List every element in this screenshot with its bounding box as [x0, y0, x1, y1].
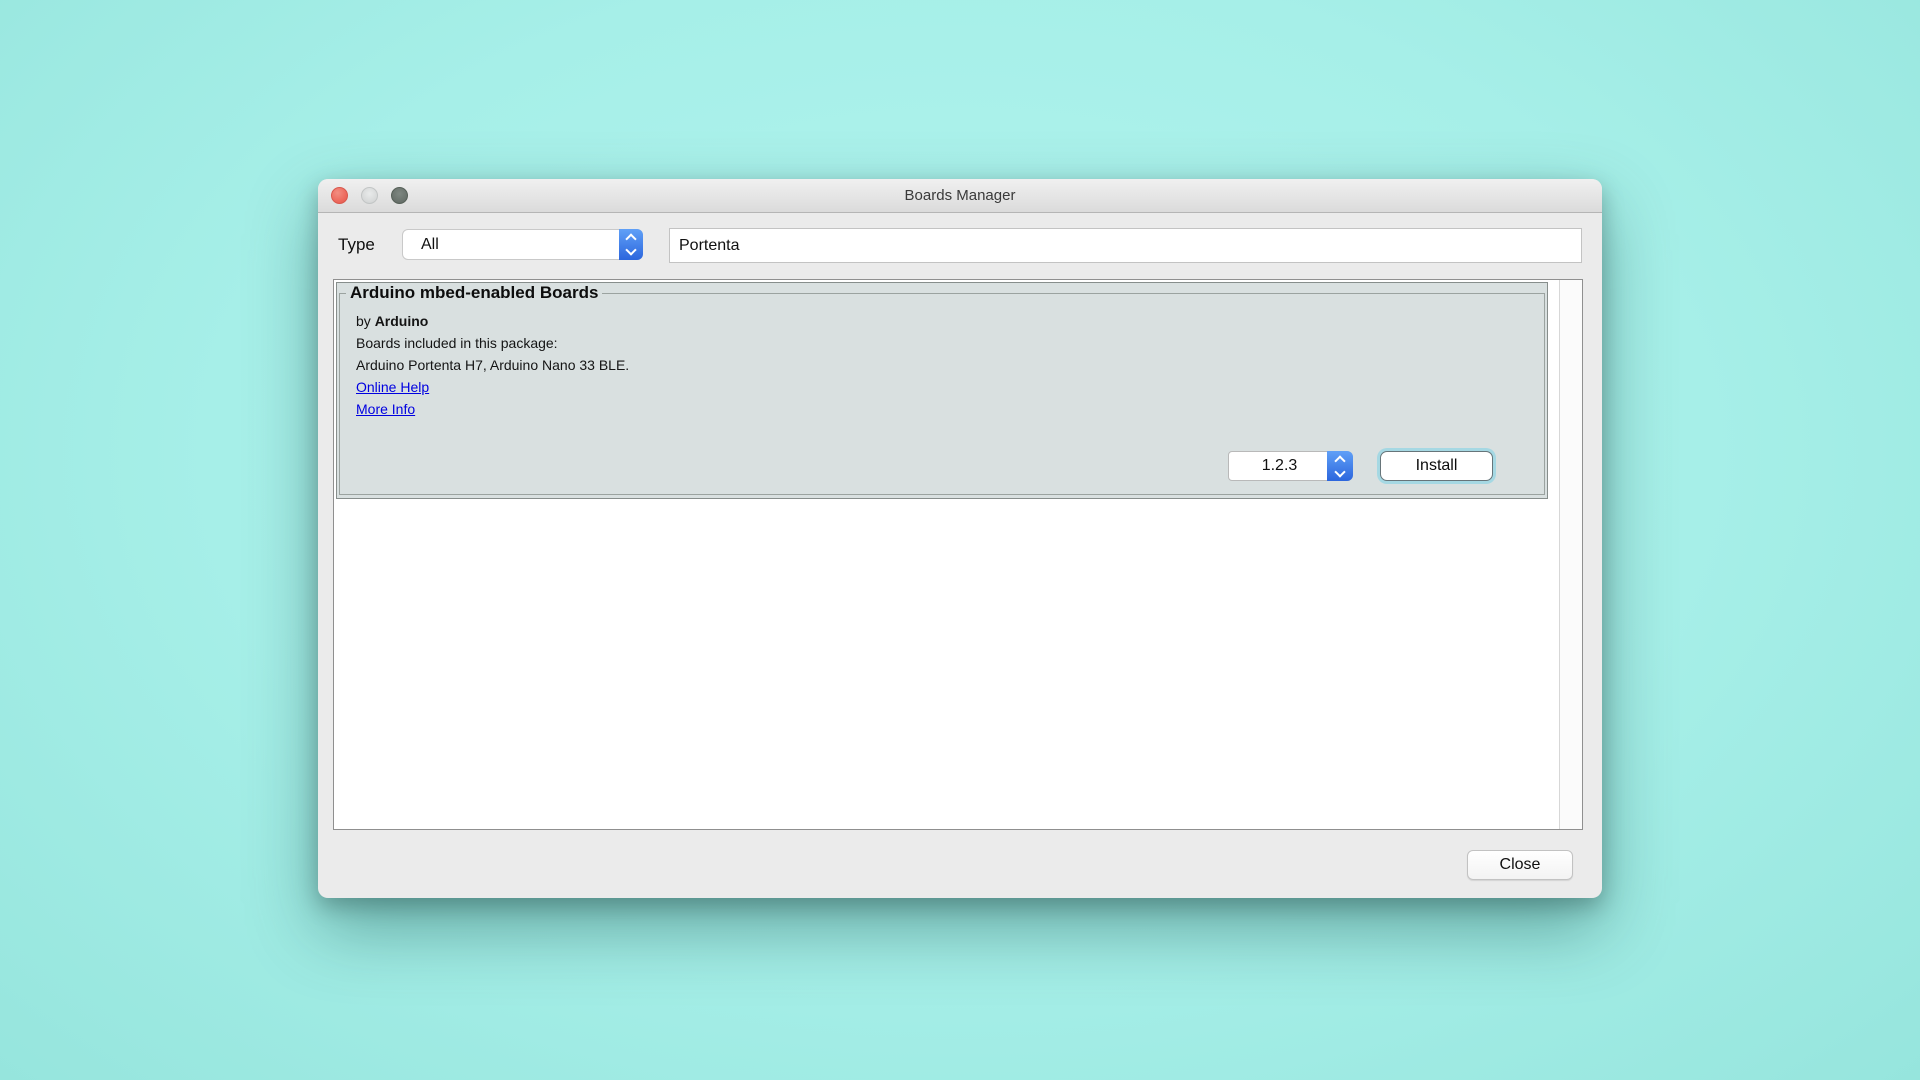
chevron-up-icon	[625, 233, 636, 244]
board-title: Arduino mbed-enabled Boards	[346, 283, 602, 303]
boards-manager-window: Boards Manager Type All Arduino mbed-ena…	[318, 179, 1602, 898]
entry-actions: 1.2.3 Install	[1228, 451, 1493, 481]
boards-list: Arduino mbed-enabled Boards by Arduino B…	[333, 279, 1583, 830]
install-button[interactable]: Install	[1380, 451, 1493, 481]
chevron-up-down-icon	[619, 229, 643, 260]
board-groupbox: Arduino mbed-enabled Boards by Arduino B…	[339, 283, 1545, 495]
version-dropdown[interactable]: 1.2.3	[1228, 451, 1353, 481]
close-button[interactable]: Close	[1467, 850, 1573, 880]
more-info-row: More Info	[356, 398, 1544, 420]
board-description-line1: Boards included in this package:	[356, 332, 1544, 354]
window-title: Boards Manager	[318, 179, 1602, 212]
chevron-down-icon	[1334, 466, 1345, 477]
online-help-link[interactable]: Online Help	[356, 379, 429, 395]
by-prefix: by	[356, 313, 371, 329]
type-dropdown[interactable]: All	[402, 229, 643, 260]
type-label: Type	[338, 235, 375, 255]
board-details: by Arduino Boards included in this packa…	[340, 303, 1544, 420]
chevron-up-down-icon	[1327, 451, 1353, 481]
traffic-lights	[331, 187, 408, 204]
board-author-line: by Arduino	[356, 310, 1544, 332]
titlebar[interactable]: Boards Manager	[318, 179, 1602, 213]
online-help-row: Online Help	[356, 376, 1544, 398]
close-window-icon[interactable]	[331, 187, 348, 204]
minimize-window-icon[interactable]	[361, 187, 378, 204]
type-dropdown-value: All	[403, 236, 439, 254]
chevron-down-icon	[625, 244, 636, 255]
desktop-background: Boards Manager Type All Arduino mbed-ena…	[0, 0, 1920, 1080]
zoom-window-icon[interactable]	[391, 187, 408, 204]
board-author: Arduino	[375, 313, 429, 329]
board-description-line2: Arduino Portenta H7, Arduino Nano 33 BLE…	[356, 354, 1544, 376]
scrollbar-track[interactable]	[1559, 280, 1582, 829]
search-input[interactable]	[669, 228, 1582, 263]
more-info-link[interactable]: More Info	[356, 401, 415, 417]
board-entry[interactable]: Arduino mbed-enabled Boards by Arduino B…	[336, 282, 1548, 499]
chevron-up-icon	[1334, 455, 1345, 466]
